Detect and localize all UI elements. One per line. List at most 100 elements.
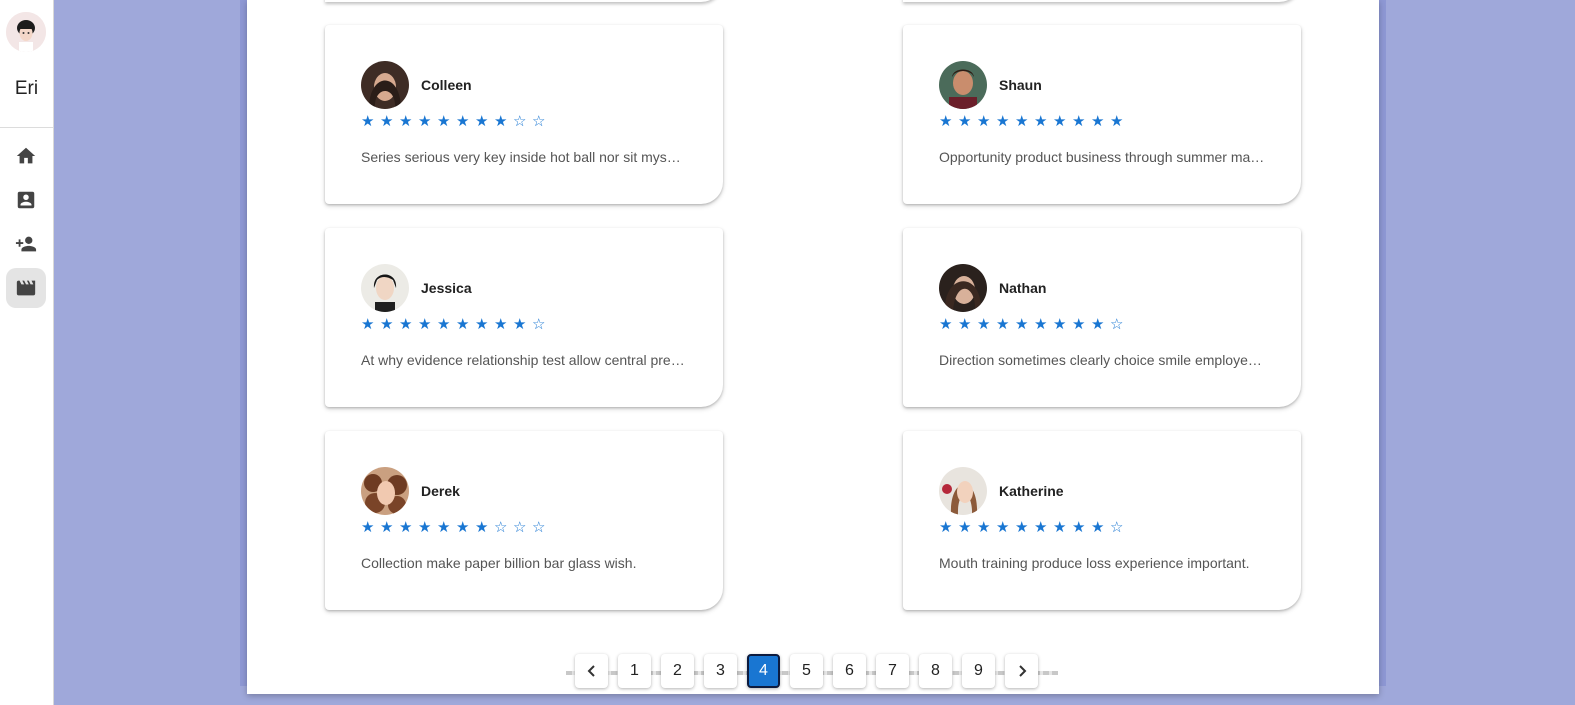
star-filled-icon: ★: [996, 316, 1010, 333]
star-filled-icon: ★: [1015, 316, 1029, 333]
page-button-8[interactable]: 8: [919, 654, 952, 688]
star-filled-icon: ★: [996, 113, 1010, 130]
review-card[interactable]: Colleen ★ ★ ★ ★ ★ ★ ★ ★ ☆ ☆ Series serious very k…: [325, 25, 723, 204]
nav-add-person[interactable]: [6, 224, 46, 264]
chevron-right-icon: [1018, 665, 1026, 677]
star-filled-icon: ★: [399, 316, 413, 333]
star-empty-icon: ☆: [513, 519, 527, 536]
next-page-button[interactable]: [1005, 654, 1038, 688]
person-add-icon: [15, 236, 37, 252]
user-avatar-image: [6, 12, 46, 52]
star-filled-icon: ★: [437, 316, 451, 333]
star-filled-icon: ★: [456, 316, 470, 333]
review-card[interactable]: Jessica ★ ★ ★ ★ ★ ★ ★ ★ ★ ☆ At why evidence relat…: [325, 228, 723, 407]
nav-movies[interactable]: [6, 268, 46, 308]
reviewer-name: Nathan: [999, 280, 1047, 296]
star-filled-icon: ★: [1015, 113, 1029, 130]
star-rating: ★ ★ ★ ★ ★ ★ ★ ★ ★ ☆: [939, 519, 1129, 537]
star-filled-icon: ★: [456, 519, 470, 536]
star-filled-icon: ★: [1072, 316, 1086, 333]
review-card-partial: [903, 0, 1301, 2]
star-filled-icon: ★: [494, 316, 508, 333]
star-filled-icon: ★: [475, 316, 489, 333]
star-empty-icon: ☆: [532, 113, 546, 130]
star-filled-icon: ★: [437, 113, 451, 130]
star-filled-icon: ★: [1034, 316, 1048, 333]
review-card[interactable]: Shaun ★ ★ ★ ★ ★ ★ ★ ★ ★ ★ Opportunity product bus…: [903, 25, 1301, 204]
page-button-9[interactable]: 9: [962, 654, 995, 688]
reviews-panel: Colleen ★ ★ ★ ★ ★ ★ ★ ★ ☆ ☆ Series serious very k…: [247, 0, 1379, 694]
star-filled-icon: ★: [977, 113, 991, 130]
reviewer-avatar: [361, 61, 409, 109]
star-filled-icon: ★: [399, 519, 413, 536]
star-filled-icon: ★: [958, 113, 972, 130]
star-filled-icon: ★: [1053, 113, 1067, 130]
user-avatar[interactable]: [6, 12, 46, 52]
star-rating: ★ ★ ★ ★ ★ ★ ★ ★ ☆ ☆: [361, 113, 551, 131]
star-filled-icon: ★: [958, 316, 972, 333]
reviewer-name: Jessica: [421, 280, 472, 296]
star-filled-icon: ★: [977, 316, 991, 333]
star-empty-icon: ☆: [532, 519, 546, 536]
star-filled-icon: ★: [1034, 113, 1048, 130]
prev-page-button[interactable]: [575, 654, 608, 688]
star-filled-icon: ★: [513, 316, 527, 333]
nav-home[interactable]: [6, 136, 46, 176]
page-button-7[interactable]: 7: [876, 654, 909, 688]
star-empty-icon: ☆: [1110, 519, 1124, 536]
reviewer-name: Colleen: [421, 77, 472, 93]
star-filled-icon: ★: [418, 113, 432, 130]
page-button-6[interactable]: 6: [833, 654, 866, 688]
star-filled-icon: ★: [1091, 316, 1105, 333]
page-button-5[interactable]: 5: [790, 654, 823, 688]
reviewer-avatar: [939, 264, 987, 312]
star-filled-icon: ★: [380, 519, 394, 536]
review-text: Mouth training produce loss experience i…: [939, 555, 1250, 571]
star-filled-icon: ★: [475, 113, 489, 130]
page-button-1[interactable]: 1: [618, 654, 651, 688]
reviewer-avatar: [939, 467, 987, 515]
star-filled-icon: ★: [1034, 519, 1048, 536]
star-filled-icon: ★: [494, 113, 508, 130]
star-empty-icon: ☆: [513, 113, 527, 130]
review-card-partial: [325, 0, 723, 2]
star-filled-icon: ★: [977, 519, 991, 536]
star-filled-icon: ★: [1053, 316, 1067, 333]
star-filled-icon: ★: [939, 519, 953, 536]
star-filled-icon: ★: [361, 316, 375, 333]
star-empty-icon: ☆: [1110, 316, 1124, 333]
pagination: 1 2 3 4 5 6 7 8 9: [575, 654, 1038, 690]
review-card[interactable]: Katherine ★ ★ ★ ★ ★ ★ ★ ★ ★ ☆ Mouth training prod…: [903, 431, 1301, 610]
star-rating: ★ ★ ★ ★ ★ ★ ★ ★ ★ ★: [939, 113, 1129, 131]
star-filled-icon: ★: [399, 113, 413, 130]
star-rating: ★ ★ ★ ★ ★ ★ ★ ★ ★ ☆: [939, 316, 1129, 334]
nav-rail: Eri: [0, 0, 54, 705]
star-filled-icon: ★: [1091, 519, 1105, 536]
chevron-left-icon: [587, 665, 595, 677]
star-filled-icon: ★: [475, 519, 489, 536]
star-empty-icon: ☆: [532, 316, 546, 333]
rail-divider: [0, 127, 53, 128]
review-text: At why evidence relationship test allow …: [361, 352, 687, 368]
page-button-3[interactable]: 3: [704, 654, 737, 688]
page-button-4[interactable]: 4: [747, 654, 780, 688]
review-card[interactable]: Derek ★ ★ ★ ★ ★ ★ ★ ☆ ☆ ☆ Collection make paper b…: [325, 431, 723, 610]
review-text: Direction sometimes clearly choice smile…: [939, 352, 1265, 368]
movie-clapper-icon: [16, 280, 36, 296]
star-filled-icon: ★: [361, 113, 375, 130]
star-filled-icon: ★: [1072, 519, 1086, 536]
page-button-2[interactable]: 2: [661, 654, 694, 688]
star-filled-icon: ★: [1053, 519, 1067, 536]
review-card[interactable]: Nathan ★ ★ ★ ★ ★ ★ ★ ★ ★ ☆ Direction sometimes cl…: [903, 228, 1301, 407]
reviewer-name: Katherine: [999, 483, 1064, 499]
reviewer-avatar: [361, 467, 409, 515]
nav-contacts[interactable]: [6, 180, 46, 220]
star-filled-icon: ★: [418, 316, 432, 333]
star-filled-icon: ★: [958, 519, 972, 536]
star-filled-icon: ★: [456, 113, 470, 130]
star-filled-icon: ★: [418, 519, 432, 536]
star-rating: ★ ★ ★ ★ ★ ★ ★ ☆ ☆ ☆: [361, 519, 551, 537]
star-filled-icon: ★: [1110, 113, 1124, 130]
star-filled-icon: ★: [361, 519, 375, 536]
contact-card-icon: [17, 191, 35, 209]
